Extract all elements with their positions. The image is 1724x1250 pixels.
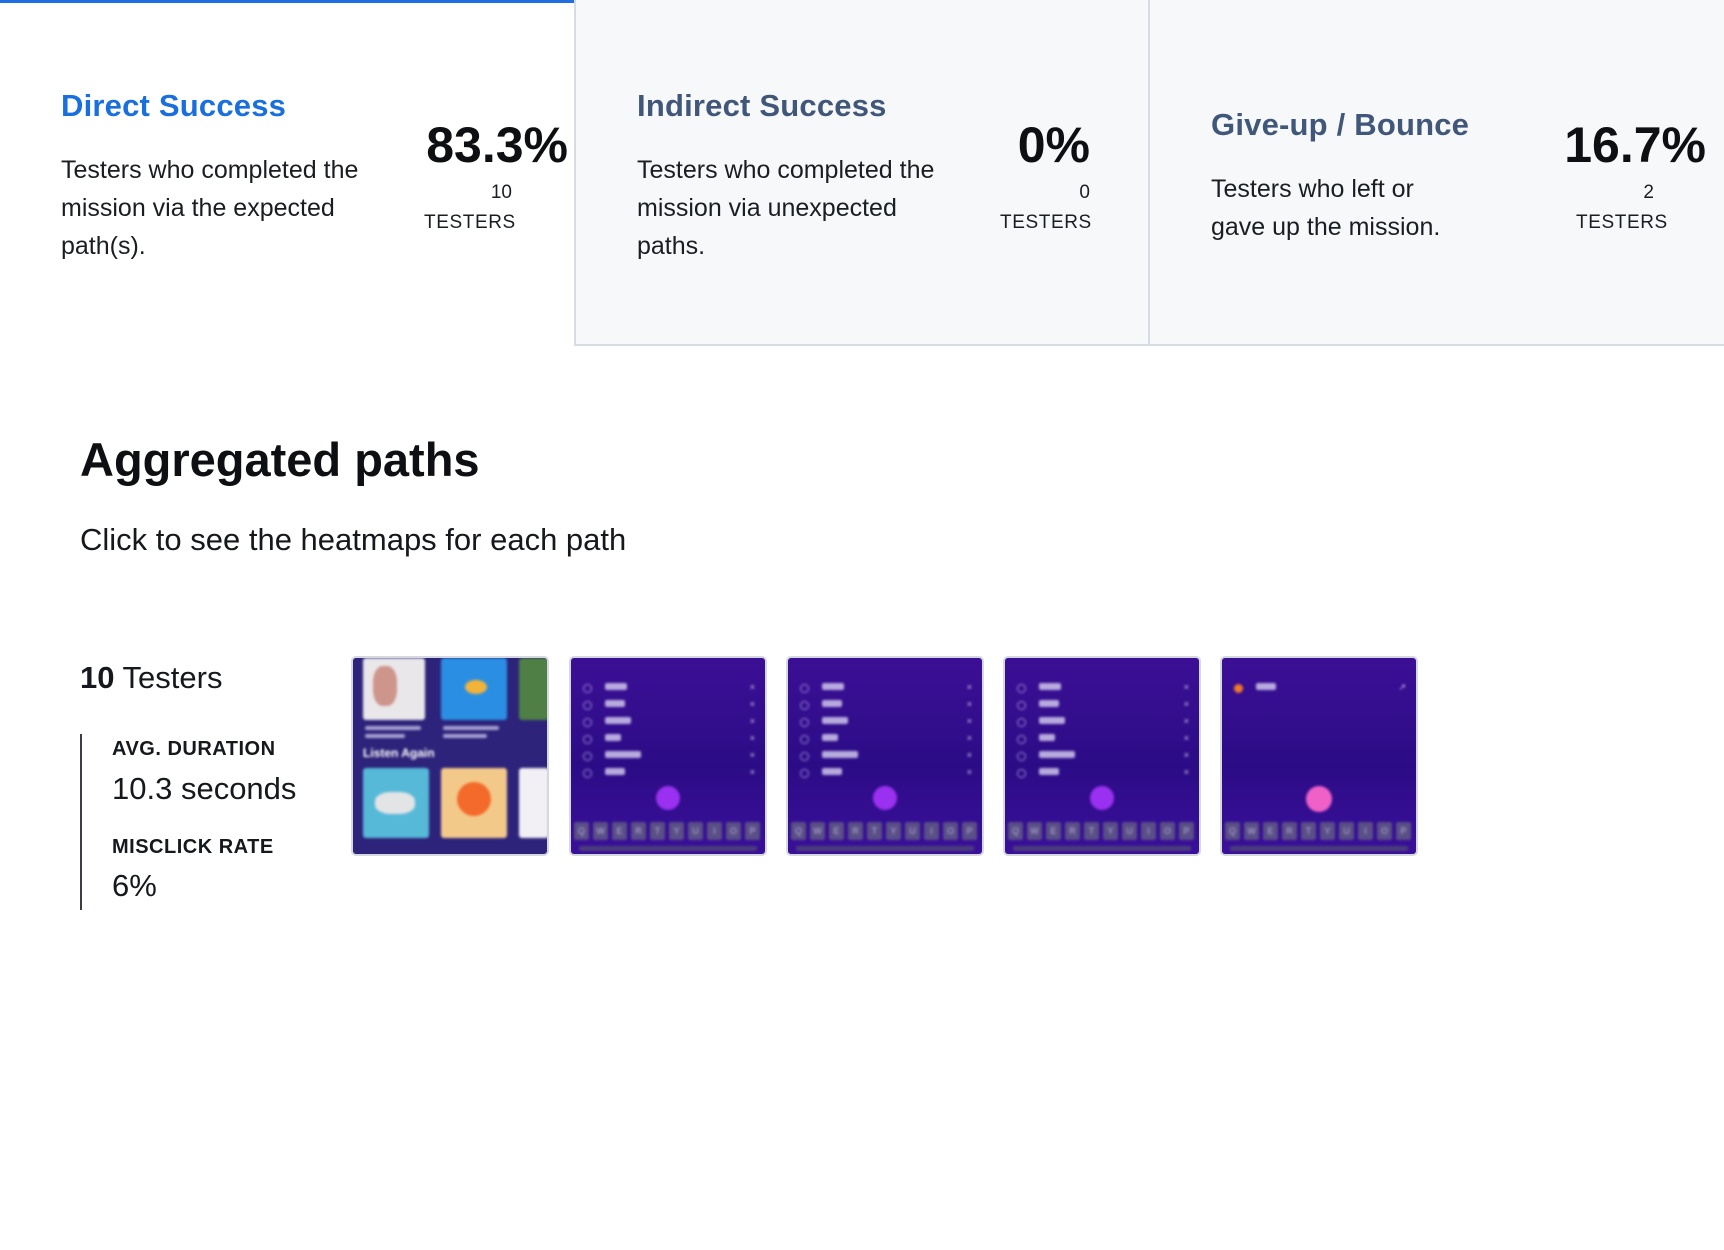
section-subtitle: Click to see the heatmaps for each path [80, 522, 627, 557]
mood-list-item: ↗ [1230, 683, 1408, 693]
misclick-rate-value: 6% [112, 868, 157, 903]
album-caption [365, 734, 405, 738]
mood-list-item: × [1013, 751, 1191, 761]
album-art-tile [373, 666, 397, 706]
keyboard: QWERTYUIOP [571, 818, 765, 852]
music-library-screen: Listen Again [353, 658, 547, 854]
active-card-indicator [0, 0, 574, 3]
keyboard: QWERTYUIOP [1222, 818, 1416, 852]
listen-again-heading: Listen Again [363, 746, 435, 760]
mood-list-item: × [1013, 734, 1191, 744]
mood-list-screen: × × × × × × QWERTYUIOP [571, 658, 765, 854]
album-art-tile [465, 680, 487, 694]
mood-list-screen: × × × × × × QWERTYUIOP [788, 658, 982, 854]
card-title: Give-up / Bounce [1211, 107, 1470, 142]
section-title: Aggregated paths [80, 433, 480, 486]
path-tester-count: 10 Testers [80, 660, 222, 696]
outcome-cards: Direct Success Testers who completed the… [0, 0, 1724, 346]
mood-search-screen: ↗ QWERTYUIOP [1222, 658, 1416, 854]
mood-list-screen: × × × × × × QWERTYUIOP [1005, 658, 1199, 854]
card-percentage: 16.7% [1564, 117, 1706, 173]
record-button-icon [656, 786, 680, 810]
card-description: Testers who completed the mission via un… [637, 156, 935, 260]
card-tester-count: 10 [490, 182, 512, 203]
card-unit-label: TESTERS [1000, 212, 1092, 233]
mood-list-item: × [579, 768, 757, 778]
tester-count-label: Testers [122, 660, 223, 695]
avg-duration-label: AVG. DURATION [112, 738, 276, 760]
album-caption [443, 734, 487, 738]
mood-list-item: × [1013, 683, 1191, 693]
album-caption [365, 726, 421, 730]
path-step-thumbnail-4[interactable]: × × × × × × QWERTYUIOP [1003, 656, 1201, 856]
stats-divider [80, 734, 82, 910]
keyboard: QWERTYUIOP [788, 818, 982, 852]
card-unit-label: TESTERS [424, 212, 516, 233]
avg-duration-value: 10.3 seconds [112, 771, 297, 806]
album-art-tile [519, 768, 547, 838]
path-step-thumbnail-1[interactable]: Listen Again [351, 656, 549, 856]
path-step-thumbnail-5[interactable]: ↗ QWERTYUIOP [1220, 656, 1418, 856]
path-step-thumbnail-2[interactable]: × × × × × × QWERTYUIOP [569, 656, 767, 856]
mood-list-item: × [796, 734, 974, 744]
card-tester-count: 0 [1079, 182, 1090, 203]
card-tester-count: 2 [1643, 182, 1654, 203]
album-art-tile [457, 782, 491, 816]
mood-list-item: × [796, 768, 974, 778]
card-unit-label: TESTERS [1576, 212, 1668, 233]
mood-list-item: × [796, 700, 974, 710]
card-description: Testers who left or gave up the mission. [1211, 175, 1441, 241]
mood-list-item: × [1013, 700, 1191, 710]
mood-list-item: × [1013, 717, 1191, 727]
direct-success-card[interactable]: Direct Success Testers who completed the… [0, 0, 574, 346]
mood-list-item: × [796, 751, 974, 761]
mood-list-item: × [579, 717, 757, 727]
mood-list-item: × [579, 751, 757, 761]
card-title: Indirect Success [637, 88, 887, 123]
tester-count-number: 10 [80, 660, 115, 695]
record-button-icon [873, 786, 897, 810]
mood-list-item: × [579, 734, 757, 744]
keyboard: QWERTYUIOP [1005, 818, 1199, 852]
mood-list-item: × [1013, 768, 1191, 778]
album-caption [443, 726, 499, 730]
give-up-bounce-card[interactable]: Give-up / Bounce Testers who left or gav… [1148, 0, 1724, 346]
album-art-tile [519, 658, 547, 720]
path-step-thumbnail-3[interactable]: × × × × × × QWERTYUIOP [786, 656, 984, 856]
card-title: Direct Success [61, 88, 287, 123]
mood-list-item: × [796, 717, 974, 727]
mood-list-item: × [796, 683, 974, 693]
indirect-success-card[interactable]: Indirect Success Testers who completed t… [574, 0, 1149, 346]
misclick-rate-label: MISCLICK RATE [112, 836, 274, 858]
mood-list-item: × [579, 700, 757, 710]
mood-list-item: × [579, 683, 757, 693]
record-button-icon [1090, 786, 1114, 810]
card-percentage: 0% [1017, 117, 1090, 173]
card-percentage: 83.3% [426, 117, 568, 173]
card-description: Testers who completed the mission via th… [61, 156, 359, 260]
album-art-tile [375, 792, 415, 814]
record-button-icon [1306, 786, 1332, 812]
